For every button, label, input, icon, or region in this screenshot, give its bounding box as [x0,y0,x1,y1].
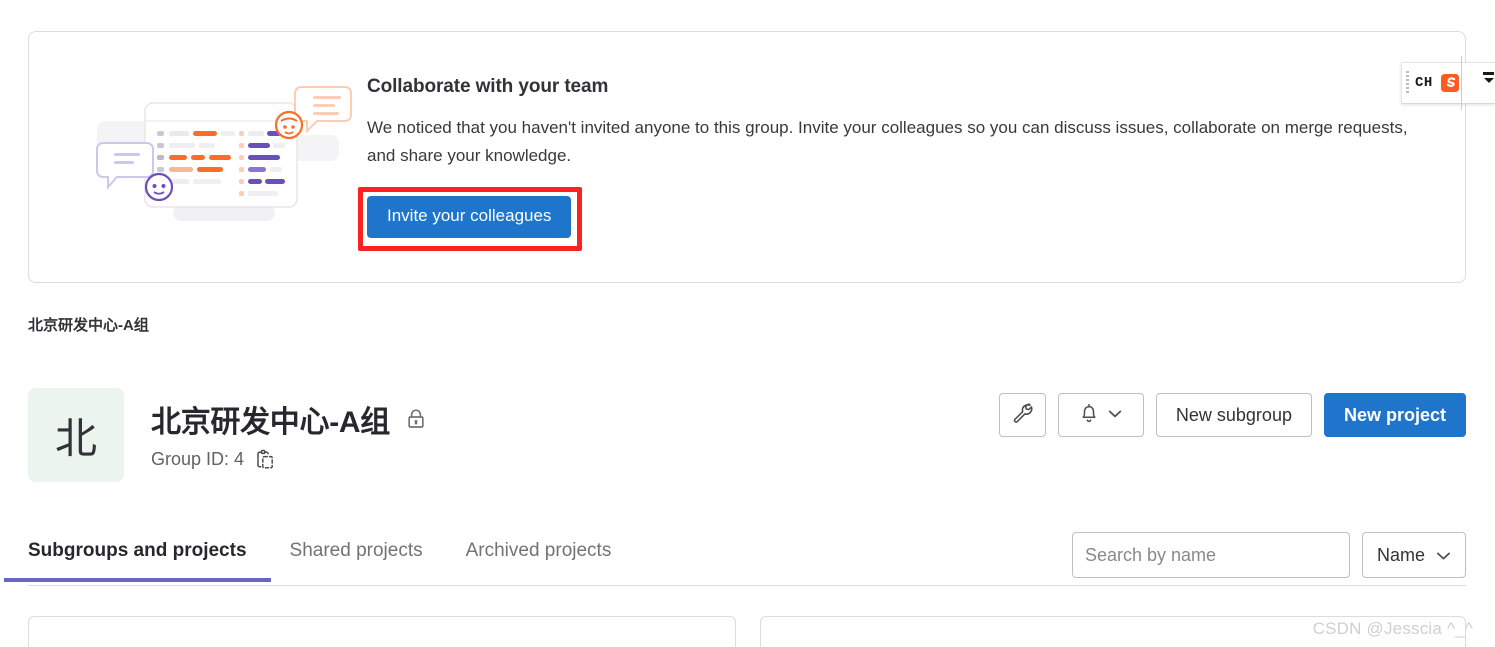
list-item[interactable] [28,616,736,647]
tab-subgroups-and-projects[interactable]: Subgroups and projects [4,524,271,582]
banner-title: Collaborate with your team [367,76,609,97]
tabs-row: Subgroups and projects Shared projects A… [4,524,1466,586]
new-subgroup-button[interactable]: New subgroup [1155,393,1312,437]
page-title: 北京研发中心-A组 [151,406,390,439]
ime-language-indicator[interactable]: CH [1415,75,1433,91]
chevron-down-icon [1436,545,1451,566]
invite-members-banner: Collaborate with your team We noticed th… [28,31,1466,283]
sort-dropdown-label: Name [1376,544,1425,565]
watermark: CSDN @Jesscia ^_^ [1312,619,1473,638]
breadcrumb[interactable]: 北京研发中心-A组 [28,314,149,335]
ime-menu-icon[interactable] [1483,72,1494,83]
sort-dropdown-button[interactable]: Name [1361,532,1466,578]
tab-archived-projects[interactable]: Archived projects [466,524,612,581]
chevron-down-icon [1108,406,1122,424]
gitlab-group-page: Collaborate with your team We noticed th… [0,0,1495,647]
ime-floating-toolbar[interactable]: CH [1401,56,1495,110]
group-meta: 北京研发中心-A组 Group ID: 4 [151,388,426,470]
results-list [28,616,1466,647]
ime-separator [1461,56,1462,110]
group-settings-button[interactable] [998,393,1046,437]
new-project-button[interactable]: New project [1323,393,1466,437]
tab-shared-projects[interactable]: Shared projects [290,524,423,581]
group-title-row: 北京研发中心-A组 [151,397,426,441]
filters: Name [1071,524,1466,578]
copy-to-clipboard-icon[interactable] [255,449,275,470]
notifications-dropdown-button[interactable] [1057,393,1144,437]
sogou-ime-logo[interactable] [1439,72,1461,94]
group-id-label: Group ID: 4 [151,449,245,469]
avatar: 北 [28,388,124,482]
invite-button-wrapper: Invite your colleagues [358,187,583,251]
bell-icon [1079,402,1099,428]
search-input[interactable] [1071,532,1350,578]
banner-description: We noticed that you haven't invited anyo… [367,118,1408,165]
ime-drag-handle[interactable] [1406,71,1409,95]
group-actions: New subgroup New project [998,388,1466,437]
lock-icon [406,408,426,430]
group-header: 北 北京研发中心-A组 Group ID: 4 New subgroup New… [28,388,1466,482]
banner-text-block: Collaborate with your team We noticed th… [358,76,1465,251]
group-id-row: Group ID: 4 [151,449,426,470]
team-collaboration-illustration [89,77,359,237]
invite-your-colleagues-button[interactable]: Invite your colleagues [367,196,572,238]
wrench-icon [1011,402,1033,429]
